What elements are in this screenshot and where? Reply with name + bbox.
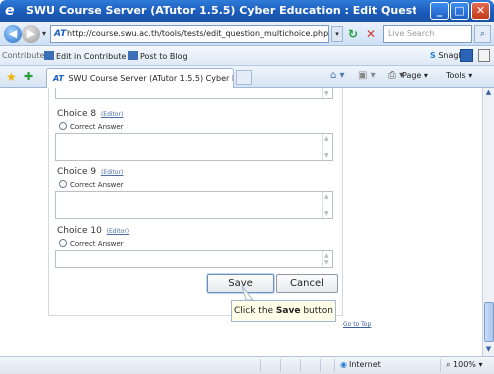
address-url: http://course.swu.ac.th/tools/tests/edit… bbox=[67, 29, 329, 38]
status-divider bbox=[260, 359, 261, 372]
zoom-control[interactable]: ⌕ 100% ▾ bbox=[446, 360, 482, 370]
textarea-scrollbar[interactable] bbox=[322, 88, 332, 98]
correct-answer-label: Correct Answer bbox=[70, 181, 124, 189]
snagit-icon: S bbox=[430, 51, 436, 60]
zone-label: Internet bbox=[348, 360, 381, 369]
textarea-scrollbar[interactable] bbox=[322, 134, 332, 160]
address-input[interactable]: AT http://course.swu.ac.th/tools/tests/e… bbox=[50, 25, 329, 43]
favorites-star-icon[interactable]: ★ bbox=[6, 70, 17, 84]
choice-9-correct[interactable]: Correct Answer bbox=[59, 180, 124, 189]
snagit-button[interactable]: S SnagIt bbox=[430, 51, 464, 60]
status-divider bbox=[334, 359, 335, 372]
tab-toolbar: ★ ✚ AT SWU Course Server (ATutor 1.5.5) … bbox=[0, 66, 494, 88]
choice-8-textarea[interactable] bbox=[55, 133, 333, 161]
edit-question-form: Choice 8 (Editor) Correct Answer Choice … bbox=[48, 88, 343, 316]
callout-text-prefix: Click the bbox=[233, 306, 276, 316]
post-to-blog-button[interactable]: Post to Blog bbox=[128, 51, 188, 61]
close-button[interactable]: ✕ bbox=[471, 2, 490, 20]
choice-label: Choice 8 bbox=[57, 109, 97, 119]
address-toolbar: ◀ ▶ ▾ AT http://course.swu.ac.th/tools/t… bbox=[0, 22, 494, 46]
callout-text-suffix: button bbox=[300, 306, 333, 316]
choice-label: Choice 10 bbox=[57, 226, 102, 236]
window-titlebar: e SWU Course Server (ATutor 1.5.5) Cyber… bbox=[0, 0, 494, 22]
correct-answer-radio[interactable] bbox=[59, 239, 67, 247]
status-divider bbox=[440, 359, 441, 372]
window-capture-icon[interactable] bbox=[478, 49, 490, 62]
page-icon: AT bbox=[54, 29, 67, 39]
blog-icon bbox=[128, 51, 138, 60]
zoom-icon: ⌕ bbox=[446, 360, 451, 369]
minimize-button[interactable]: _ bbox=[430, 2, 449, 20]
choice-10-correct[interactable]: Correct Answer bbox=[59, 239, 124, 248]
textarea-scrollbar[interactable] bbox=[322, 192, 332, 218]
choice-9-title: Choice 9 (Editor) bbox=[57, 167, 123, 177]
choice-10-title: Choice 10 (Editor) bbox=[57, 226, 129, 236]
tab-title: SWU Course Server (ATutor 1.5.5) Cyber E… bbox=[68, 74, 233, 83]
scroll-thumb[interactable] bbox=[484, 302, 494, 342]
links-toolbar: Contribute Edit in Contribute Post to Bl… bbox=[0, 46, 494, 66]
post-to-blog-label: Post to Blog bbox=[140, 52, 188, 61]
choice-label: Choice 9 bbox=[57, 167, 97, 177]
correct-answer-label: Correct Answer bbox=[70, 123, 124, 131]
status-divider bbox=[320, 359, 321, 372]
feeds-icon[interactable]: ▣ ▾ bbox=[358, 70, 376, 81]
edit-in-contribute-button[interactable]: Edit in Contribute bbox=[44, 51, 126, 61]
scroll-up-arrow-icon[interactable]: ▲ bbox=[483, 88, 494, 99]
tools-menu[interactable]: Tools ▾ bbox=[446, 71, 472, 80]
recent-pages-dropdown[interactable]: ▾ bbox=[42, 29, 46, 38]
address-dropdown-button[interactable]: ▾ bbox=[331, 26, 343, 42]
search-input[interactable]: Live Search bbox=[383, 25, 472, 43]
choice-7-textarea[interactable] bbox=[55, 88, 333, 99]
capture-icon[interactable] bbox=[460, 49, 473, 62]
search-icon[interactable]: ⌕ bbox=[474, 25, 491, 43]
add-favorites-icon[interactable]: ✚ bbox=[24, 70, 33, 83]
go-to-top-link[interactable]: Go to Top bbox=[343, 321, 371, 328]
status-bar: ◉ Internet ⌕ 100% ▾ bbox=[0, 356, 494, 374]
editor-link[interactable]: (Editor) bbox=[101, 111, 123, 118]
choice-8-correct[interactable]: Correct Answer bbox=[59, 122, 124, 131]
ie-logo-icon: e bbox=[5, 3, 15, 19]
security-zone: ◉ Internet bbox=[340, 360, 381, 369]
editor-link[interactable]: (Editor) bbox=[101, 169, 123, 176]
contribute-icon bbox=[44, 51, 54, 60]
callout-text-bold: Save bbox=[275, 306, 301, 316]
home-icon[interactable]: ⌂ ▾ bbox=[330, 70, 345, 81]
correct-answer-radio[interactable] bbox=[59, 180, 67, 188]
choice-8-title: Choice 8 (Editor) bbox=[57, 109, 123, 119]
globe-icon: ◉ bbox=[340, 360, 347, 369]
new-tab-button[interactable] bbox=[236, 70, 252, 85]
zoom-level: 100% bbox=[453, 360, 476, 369]
instruction-callout: Click the Save button bbox=[231, 300, 336, 322]
scroll-down-arrow-icon[interactable]: ▼ bbox=[483, 345, 494, 356]
page-content: Choice 8 (Editor) Correct Answer Choice … bbox=[0, 88, 482, 356]
status-divider bbox=[280, 359, 281, 372]
back-button[interactable]: ◀ bbox=[4, 25, 22, 43]
refresh-icon[interactable]: ↻ bbox=[345, 26, 361, 42]
cancel-button[interactable]: Cancel bbox=[276, 274, 338, 293]
forward-button[interactable]: ▶ bbox=[22, 25, 40, 43]
edit-in-contribute-label: Edit in Contribute bbox=[56, 52, 127, 61]
window-title: SWU Course Server (ATutor 1.5.5) Cyber E… bbox=[26, 4, 416, 17]
status-divider bbox=[300, 359, 301, 372]
contribute-label: Contribute bbox=[2, 51, 45, 60]
correct-answer-label: Correct Answer bbox=[70, 240, 124, 248]
callout-pointer bbox=[241, 285, 254, 301]
stop-icon[interactable]: ✕ bbox=[363, 26, 379, 42]
choice-10-textarea[interactable] bbox=[55, 250, 333, 268]
correct-answer-radio[interactable] bbox=[59, 122, 67, 130]
maximize-button[interactable]: □ bbox=[450, 2, 469, 20]
tab-active[interactable]: AT SWU Course Server (ATutor 1.5.5) Cybe… bbox=[46, 68, 234, 88]
page-scrollbar[interactable]: ▲ ▼ bbox=[482, 88, 494, 356]
choice-9-textarea[interactable] bbox=[55, 191, 333, 219]
tab-page-icon: AT bbox=[53, 74, 64, 83]
textarea-scrollbar[interactable] bbox=[322, 251, 332, 267]
page-menu[interactable]: Page ▾ bbox=[402, 71, 428, 80]
editor-link[interactable]: (Editor) bbox=[107, 228, 129, 235]
